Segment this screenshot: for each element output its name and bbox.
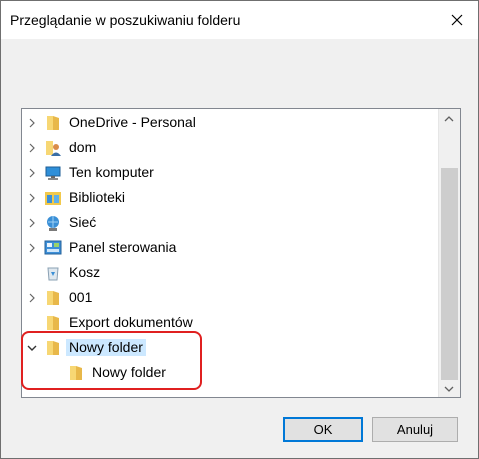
tree-item-label: 001 xyxy=(69,289,93,305)
folder-icon xyxy=(47,116,59,130)
tree-item-siec[interactable]: Sieć xyxy=(22,210,440,235)
scroll-up-arrow-icon[interactable] xyxy=(443,115,455,123)
tree-item-panel-sterowania[interactable]: Panel sterowania xyxy=(22,235,440,260)
chevron-right-icon[interactable] xyxy=(25,216,39,230)
tree-item-ten-komputer[interactable]: Ten komputer xyxy=(22,160,440,185)
close-button[interactable] xyxy=(442,6,472,34)
annotation-highlight-box xyxy=(21,331,202,390)
tree-item-dom[interactable]: dom xyxy=(22,135,440,160)
tree-item-label: Ten komputer xyxy=(69,164,154,180)
scrollbar-thumb[interactable] xyxy=(441,168,458,380)
computer-icon xyxy=(45,166,61,180)
tree-item-kosz[interactable]: Kosz xyxy=(22,260,440,285)
cancel-button[interactable]: Anuluj xyxy=(372,417,458,442)
chevron-right-icon[interactable] xyxy=(25,241,39,255)
close-icon xyxy=(451,14,463,26)
chevron-right-icon[interactable] xyxy=(25,291,39,305)
tree-item-label: Kosz xyxy=(69,264,101,280)
chevron-right-icon[interactable] xyxy=(25,116,39,130)
libraries-icon xyxy=(45,192,61,205)
chevron-right-icon[interactable] xyxy=(25,191,39,205)
folder-icon xyxy=(47,291,59,305)
scroll-down-arrow-icon[interactable] xyxy=(443,385,455,393)
tree-item-label: dom xyxy=(69,139,97,155)
chevron-right-icon[interactable] xyxy=(25,141,39,155)
recycle-bin-icon xyxy=(47,267,59,281)
tree-item-onedrive[interactable]: OneDrive - Personal xyxy=(22,110,440,135)
tree-item-label: Sieć xyxy=(69,214,97,230)
network-icon xyxy=(47,216,59,231)
tree-item-label: Panel sterowania xyxy=(69,239,177,255)
title-bar: Przeglądanie w poszukiwaniu folderu xyxy=(1,1,478,39)
tree-item-label: Biblioteki xyxy=(69,189,126,205)
chevron-right-icon[interactable] xyxy=(25,166,39,180)
tree-item-label: Export dokumentów xyxy=(69,314,193,330)
tree-item-label: OneDrive - Personal xyxy=(69,114,196,130)
tree-item-biblioteki[interactable]: Biblioteki xyxy=(22,185,440,210)
folder-icon xyxy=(47,316,59,330)
control-panel-icon xyxy=(44,240,62,255)
dialog-title: Przeglądanie w poszukiwaniu folderu xyxy=(10,12,241,28)
tree-item-001[interactable]: 001 xyxy=(22,285,440,310)
ok-button[interactable]: OK xyxy=(283,417,363,442)
vertical-scrollbar[interactable] xyxy=(438,109,460,397)
user-folder-icon xyxy=(46,141,61,156)
